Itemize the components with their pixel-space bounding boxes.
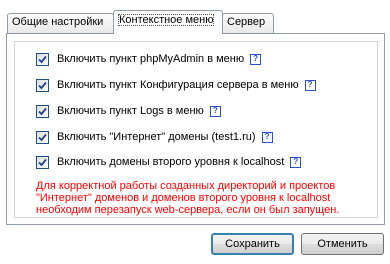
checkmark-icon — [38, 107, 47, 115]
option-row-phpmyadmin: Включить пункт phpMyAdmin в меню ? — [36, 52, 262, 66]
help-icon[interactable]: ? — [290, 156, 302, 168]
option-row-server-config: Включить пункт Конфигурация сервера в ме… — [36, 78, 316, 92]
tab-label: Контекстное меню — [118, 14, 215, 26]
tab-panel: Включить пункт phpMyAdmin в меню ? Включ… — [6, 33, 385, 225]
tab-label: Сервер — [227, 16, 266, 28]
tab-context-menu[interactable]: Контекстное меню — [113, 10, 223, 34]
help-icon[interactable]: ? — [261, 131, 273, 143]
help-icon[interactable]: ? — [209, 105, 221, 117]
checkmark-icon — [38, 81, 47, 89]
checkmark-icon — [38, 55, 47, 63]
option-label: Включить домены второго уровня к localho… — [57, 156, 285, 168]
option-label: Включить пункт Конфигурация сервера в ме… — [57, 79, 299, 91]
tab-general-settings[interactable]: Общие настройки — [7, 13, 114, 33]
cancel-button[interactable]: Отменить — [301, 233, 384, 255]
restart-warning-text: Для корректной работы созданных директор… — [36, 180, 340, 216]
save-button[interactable]: Сохранить — [211, 233, 294, 255]
option-row-logs: Включить пункт Logs в меню ? — [36, 104, 221, 118]
checkbox-server-config[interactable] — [36, 78, 49, 92]
option-label: Включить пункт Logs в меню — [57, 105, 204, 117]
checkmark-icon — [38, 158, 47, 166]
checkbox-logs[interactable] — [36, 104, 49, 118]
option-label: Включить пункт phpMyAdmin в меню — [57, 53, 245, 65]
help-icon[interactable]: ? — [250, 53, 262, 65]
option-row-second-level-domains: Включить домены второго уровня к localho… — [36, 155, 302, 169]
options-group: Включить пункт phpMyAdmin в меню ? Включ… — [14, 41, 378, 218]
tab-server[interactable]: Сервер — [222, 13, 274, 33]
checkbox-internet-domains[interactable] — [36, 130, 49, 144]
checkmark-icon — [38, 133, 47, 141]
checkbox-second-level-domains[interactable] — [36, 155, 49, 169]
help-icon[interactable]: ? — [304, 79, 316, 91]
tab-label: Общие настройки — [12, 16, 104, 28]
checkbox-phpmyadmin[interactable] — [36, 52, 49, 66]
option-row-internet-domains: Включить "Интернет" домены (test1.ru) ? — [36, 130, 273, 144]
option-label: Включить "Интернет" домены (test1.ru) — [57, 131, 256, 143]
